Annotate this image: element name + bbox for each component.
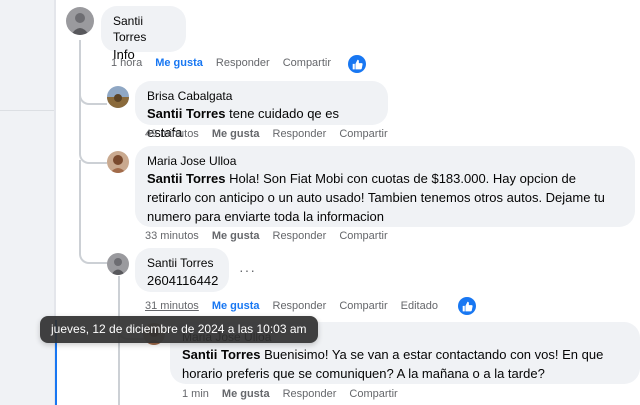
comment-author[interactable]: Santii Torres: [113, 13, 174, 45]
comment-time[interactable]: 1 min: [182, 388, 209, 400]
comment-actions: 49 minutos Me gusta Responder Compartir: [145, 128, 401, 140]
comment-actions: 33 minutos Me gusta Responder Compartir: [145, 230, 401, 242]
like-button[interactable]: Me gusta: [222, 388, 270, 400]
thread-connector: [79, 160, 107, 264]
comment-author[interactable]: Maria Jose Ulloa: [147, 153, 623, 169]
comment-text: Santii Torres Buenisimo! Ya se van a est…: [182, 345, 628, 383]
thread-connector: [79, 100, 107, 164]
edited-label: Editado: [400, 300, 438, 312]
like-button[interactable]: Me gusta: [212, 128, 260, 140]
comment-actions: 31 minutos Me gusta Responder Compartir …: [145, 300, 451, 312]
comment-text: 2604116442: [147, 273, 219, 288]
comment-actions: 1 hora Me gusta Responder Compartir: [111, 57, 344, 69]
comment-bubble: Brisa Cabalgata Santii Torres tene cuida…: [135, 81, 388, 140]
comment-time[interactable]: 49 minutos: [145, 128, 199, 140]
timestamp-tooltip: jueves, 12 de diciembre de 2024 a las 10…: [40, 316, 318, 343]
comment-actions: 1 min Me gusta Responder Compartir: [182, 388, 411, 400]
comment-author[interactable]: Brisa Cabalgata: [147, 88, 376, 104]
left-panel: [0, 0, 56, 405]
like-button[interactable]: Me gusta: [155, 57, 203, 69]
comment-author[interactable]: Santii Torres: [147, 255, 217, 271]
like-button[interactable]: Me gusta: [212, 300, 260, 312]
avatar[interactable]: [107, 151, 129, 173]
mention-link[interactable]: Santii Torres: [147, 171, 226, 186]
like-reaction-icon[interactable]: [458, 297, 476, 315]
comment-time[interactable]: 1 hora: [111, 57, 142, 69]
reply-button[interactable]: Responder: [273, 128, 327, 140]
more-options-icon[interactable]: ···: [239, 262, 256, 278]
comment-bubble: Santii Torres 2604116442: [135, 248, 229, 292]
divider: [0, 110, 54, 111]
reply-button[interactable]: Responder: [273, 230, 327, 242]
reply-button[interactable]: Responder: [273, 300, 327, 312]
avatar[interactable]: [107, 253, 129, 275]
share-button[interactable]: Compartir: [283, 57, 331, 69]
mention-link[interactable]: Santii Torres: [147, 106, 226, 121]
like-button[interactable]: Me gusta: [212, 230, 260, 242]
share-button[interactable]: Compartir: [339, 128, 387, 140]
comment-time[interactable]: 31 minutos: [145, 300, 199, 312]
avatar[interactable]: [66, 7, 94, 35]
comment-bubble: Maria Jose Ulloa Santii Torres Hola! Son…: [135, 146, 635, 227]
reply-button[interactable]: Responder: [216, 57, 270, 69]
mention-link[interactable]: Santii Torres: [182, 347, 261, 362]
reply-button[interactable]: Responder: [283, 388, 337, 400]
comment-time[interactable]: 33 minutos: [145, 230, 199, 242]
avatar[interactable]: [107, 86, 129, 108]
comment-text: Santii Torres Hola! Son Fiat Mobi con cu…: [147, 169, 623, 226]
share-button[interactable]: Compartir: [349, 388, 397, 400]
comment-bubble: Santii Torres Info: [101, 6, 186, 62]
share-button[interactable]: Compartir: [339, 300, 387, 312]
like-reaction-icon[interactable]: [348, 55, 366, 73]
share-button[interactable]: Compartir: [339, 230, 387, 242]
